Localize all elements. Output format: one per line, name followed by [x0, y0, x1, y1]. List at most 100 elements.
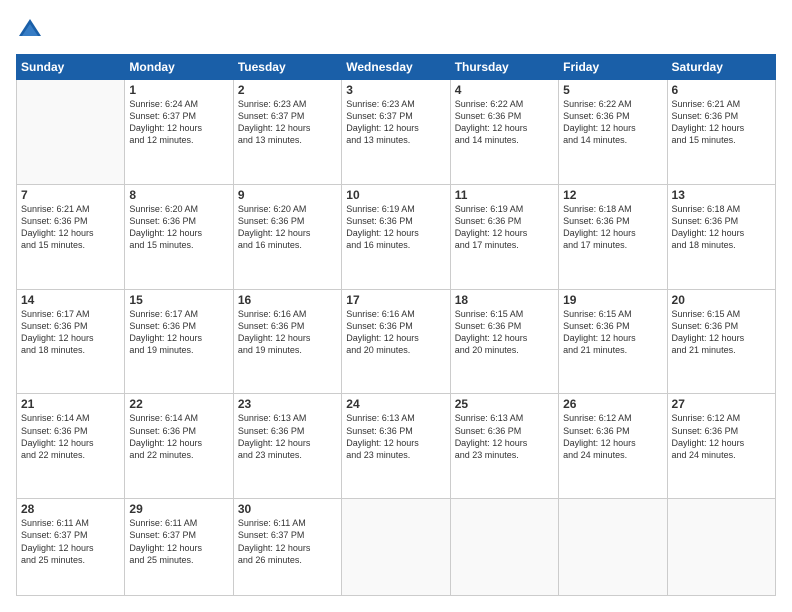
- day-info: Sunrise: 6:18 AM Sunset: 6:36 PM Dayligh…: [672, 203, 771, 252]
- calendar-cell: 28Sunrise: 6:11 AM Sunset: 6:37 PM Dayli…: [17, 499, 125, 596]
- col-header-sunday: Sunday: [17, 55, 125, 80]
- day-number: 14: [21, 293, 120, 307]
- calendar-cell: 4Sunrise: 6:22 AM Sunset: 6:36 PM Daylig…: [450, 80, 558, 185]
- calendar-cell: 16Sunrise: 6:16 AM Sunset: 6:36 PM Dayli…: [233, 289, 341, 394]
- day-number: 26: [563, 397, 662, 411]
- week-row-4: 28Sunrise: 6:11 AM Sunset: 6:37 PM Dayli…: [17, 499, 776, 596]
- col-header-saturday: Saturday: [667, 55, 775, 80]
- col-header-thursday: Thursday: [450, 55, 558, 80]
- calendar-cell: 25Sunrise: 6:13 AM Sunset: 6:36 PM Dayli…: [450, 394, 558, 499]
- day-number: 4: [455, 83, 554, 97]
- day-number: 23: [238, 397, 337, 411]
- day-info: Sunrise: 6:15 AM Sunset: 6:36 PM Dayligh…: [563, 308, 662, 357]
- day-number: 21: [21, 397, 120, 411]
- day-info: Sunrise: 6:22 AM Sunset: 6:36 PM Dayligh…: [563, 98, 662, 147]
- day-number: 17: [346, 293, 445, 307]
- day-info: Sunrise: 6:13 AM Sunset: 6:36 PM Dayligh…: [455, 412, 554, 461]
- week-row-3: 21Sunrise: 6:14 AM Sunset: 6:36 PM Dayli…: [17, 394, 776, 499]
- day-info: Sunrise: 6:17 AM Sunset: 6:36 PM Dayligh…: [21, 308, 120, 357]
- calendar-cell: [450, 499, 558, 596]
- day-info: Sunrise: 6:15 AM Sunset: 6:36 PM Dayligh…: [455, 308, 554, 357]
- calendar-cell: 13Sunrise: 6:18 AM Sunset: 6:36 PM Dayli…: [667, 184, 775, 289]
- calendar-cell: 19Sunrise: 6:15 AM Sunset: 6:36 PM Dayli…: [559, 289, 667, 394]
- calendar-cell: 3Sunrise: 6:23 AM Sunset: 6:37 PM Daylig…: [342, 80, 450, 185]
- day-info: Sunrise: 6:14 AM Sunset: 6:36 PM Dayligh…: [21, 412, 120, 461]
- calendar-cell: 24Sunrise: 6:13 AM Sunset: 6:36 PM Dayli…: [342, 394, 450, 499]
- day-number: 24: [346, 397, 445, 411]
- calendar-cell: 26Sunrise: 6:12 AM Sunset: 6:36 PM Dayli…: [559, 394, 667, 499]
- day-number: 29: [129, 502, 228, 516]
- day-info: Sunrise: 6:21 AM Sunset: 6:36 PM Dayligh…: [21, 203, 120, 252]
- calendar-cell: 23Sunrise: 6:13 AM Sunset: 6:36 PM Dayli…: [233, 394, 341, 499]
- calendar-cell: 6Sunrise: 6:21 AM Sunset: 6:36 PM Daylig…: [667, 80, 775, 185]
- week-row-0: 1Sunrise: 6:24 AM Sunset: 6:37 PM Daylig…: [17, 80, 776, 185]
- day-info: Sunrise: 6:11 AM Sunset: 6:37 PM Dayligh…: [129, 517, 228, 566]
- week-row-2: 14Sunrise: 6:17 AM Sunset: 6:36 PM Dayli…: [17, 289, 776, 394]
- calendar-cell: 17Sunrise: 6:16 AM Sunset: 6:36 PM Dayli…: [342, 289, 450, 394]
- day-info: Sunrise: 6:19 AM Sunset: 6:36 PM Dayligh…: [455, 203, 554, 252]
- calendar-cell: 29Sunrise: 6:11 AM Sunset: 6:37 PM Dayli…: [125, 499, 233, 596]
- day-info: Sunrise: 6:14 AM Sunset: 6:36 PM Dayligh…: [129, 412, 228, 461]
- calendar-cell: 1Sunrise: 6:24 AM Sunset: 6:37 PM Daylig…: [125, 80, 233, 185]
- day-number: 7: [21, 188, 120, 202]
- day-info: Sunrise: 6:20 AM Sunset: 6:36 PM Dayligh…: [129, 203, 228, 252]
- day-number: 13: [672, 188, 771, 202]
- calendar-cell: 20Sunrise: 6:15 AM Sunset: 6:36 PM Dayli…: [667, 289, 775, 394]
- calendar-cell: 9Sunrise: 6:20 AM Sunset: 6:36 PM Daylig…: [233, 184, 341, 289]
- calendar-cell: [17, 80, 125, 185]
- col-header-monday: Monday: [125, 55, 233, 80]
- day-info: Sunrise: 6:22 AM Sunset: 6:36 PM Dayligh…: [455, 98, 554, 147]
- day-info: Sunrise: 6:18 AM Sunset: 6:36 PM Dayligh…: [563, 203, 662, 252]
- calendar-cell: 5Sunrise: 6:22 AM Sunset: 6:36 PM Daylig…: [559, 80, 667, 185]
- day-number: 1: [129, 83, 228, 97]
- calendar-cell: 2Sunrise: 6:23 AM Sunset: 6:37 PM Daylig…: [233, 80, 341, 185]
- col-header-friday: Friday: [559, 55, 667, 80]
- day-info: Sunrise: 6:11 AM Sunset: 6:37 PM Dayligh…: [21, 517, 120, 566]
- day-number: 22: [129, 397, 228, 411]
- day-info: Sunrise: 6:16 AM Sunset: 6:36 PM Dayligh…: [346, 308, 445, 357]
- day-info: Sunrise: 6:12 AM Sunset: 6:36 PM Dayligh…: [672, 412, 771, 461]
- day-number: 11: [455, 188, 554, 202]
- day-info: Sunrise: 6:19 AM Sunset: 6:36 PM Dayligh…: [346, 203, 445, 252]
- calendar-header-row: SundayMondayTuesdayWednesdayThursdayFrid…: [17, 55, 776, 80]
- week-row-1: 7Sunrise: 6:21 AM Sunset: 6:36 PM Daylig…: [17, 184, 776, 289]
- day-info: Sunrise: 6:11 AM Sunset: 6:37 PM Dayligh…: [238, 517, 337, 566]
- day-number: 8: [129, 188, 228, 202]
- logo-icon: [16, 16, 44, 44]
- logo: [16, 16, 48, 44]
- day-number: 28: [21, 502, 120, 516]
- day-info: Sunrise: 6:13 AM Sunset: 6:36 PM Dayligh…: [346, 412, 445, 461]
- header: [16, 16, 776, 44]
- col-header-tuesday: Tuesday: [233, 55, 341, 80]
- calendar-cell: 18Sunrise: 6:15 AM Sunset: 6:36 PM Dayli…: [450, 289, 558, 394]
- day-number: 15: [129, 293, 228, 307]
- day-info: Sunrise: 6:23 AM Sunset: 6:37 PM Dayligh…: [238, 98, 337, 147]
- calendar-cell: 30Sunrise: 6:11 AM Sunset: 6:37 PM Dayli…: [233, 499, 341, 596]
- calendar-cell: [342, 499, 450, 596]
- calendar-cell: 7Sunrise: 6:21 AM Sunset: 6:36 PM Daylig…: [17, 184, 125, 289]
- day-number: 9: [238, 188, 337, 202]
- calendar-table: SundayMondayTuesdayWednesdayThursdayFrid…: [16, 54, 776, 596]
- day-number: 25: [455, 397, 554, 411]
- day-info: Sunrise: 6:16 AM Sunset: 6:36 PM Dayligh…: [238, 308, 337, 357]
- day-number: 2: [238, 83, 337, 97]
- day-number: 6: [672, 83, 771, 97]
- day-number: 10: [346, 188, 445, 202]
- day-info: Sunrise: 6:13 AM Sunset: 6:36 PM Dayligh…: [238, 412, 337, 461]
- day-number: 12: [563, 188, 662, 202]
- day-info: Sunrise: 6:17 AM Sunset: 6:36 PM Dayligh…: [129, 308, 228, 357]
- calendar-cell: [667, 499, 775, 596]
- calendar-cell: 10Sunrise: 6:19 AM Sunset: 6:36 PM Dayli…: [342, 184, 450, 289]
- day-number: 19: [563, 293, 662, 307]
- day-info: Sunrise: 6:21 AM Sunset: 6:36 PM Dayligh…: [672, 98, 771, 147]
- day-number: 20: [672, 293, 771, 307]
- calendar-cell: 8Sunrise: 6:20 AM Sunset: 6:36 PM Daylig…: [125, 184, 233, 289]
- calendar-cell: [559, 499, 667, 596]
- calendar-cell: 15Sunrise: 6:17 AM Sunset: 6:36 PM Dayli…: [125, 289, 233, 394]
- calendar-cell: 22Sunrise: 6:14 AM Sunset: 6:36 PM Dayli…: [125, 394, 233, 499]
- calendar-cell: 27Sunrise: 6:12 AM Sunset: 6:36 PM Dayli…: [667, 394, 775, 499]
- day-info: Sunrise: 6:15 AM Sunset: 6:36 PM Dayligh…: [672, 308, 771, 357]
- day-number: 3: [346, 83, 445, 97]
- day-number: 5: [563, 83, 662, 97]
- calendar-cell: 21Sunrise: 6:14 AM Sunset: 6:36 PM Dayli…: [17, 394, 125, 499]
